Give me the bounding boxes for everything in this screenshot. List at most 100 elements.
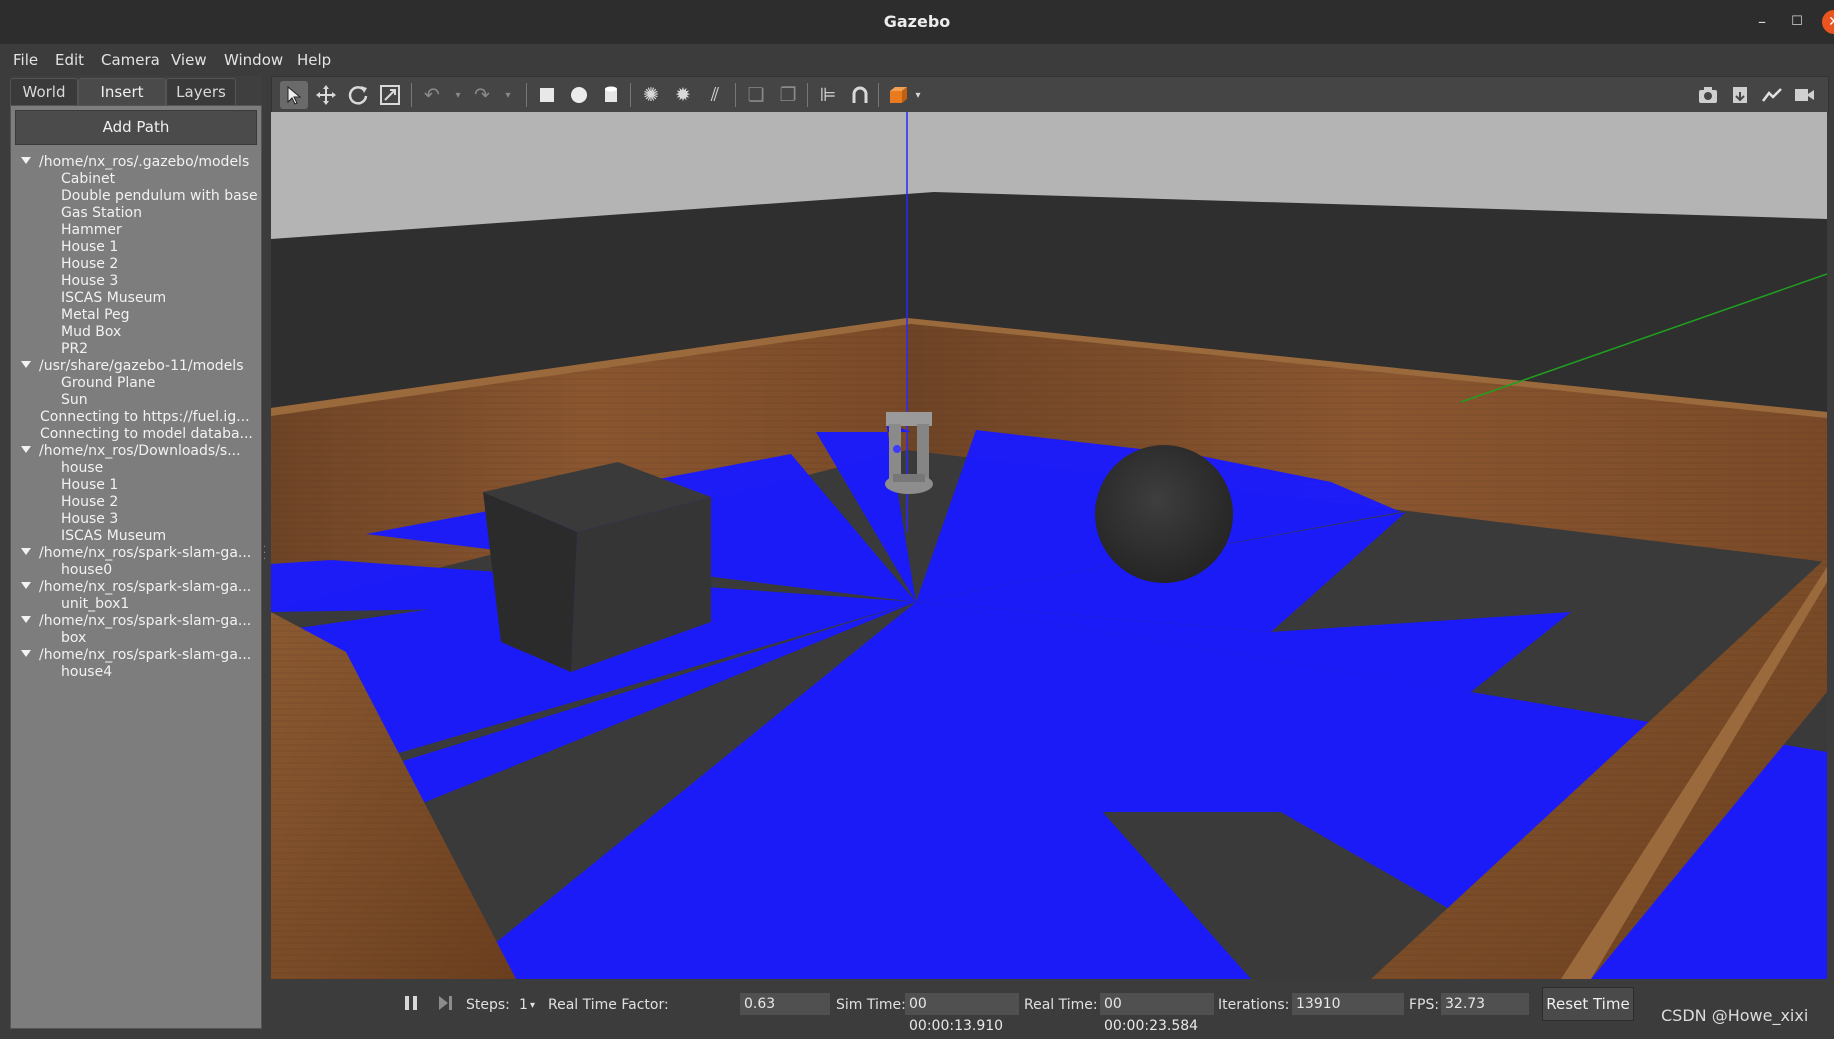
menu-view[interactable]: View (171, 51, 207, 69)
tree-label: ISCAS Museum (61, 290, 167, 306)
tree-item[interactable]: Gas Station (11, 205, 261, 222)
tree-folder[interactable]: /home/nx_ros/spark-slam-ga... (11, 579, 261, 596)
tab-layers[interactable]: Layers (166, 78, 236, 106)
directional-light-icon[interactable]: ⫽ (701, 81, 729, 109)
box-icon[interactable] (533, 81, 561, 109)
expand-arrow-icon[interactable] (21, 361, 31, 368)
tree-item[interactable]: Mud Box (11, 324, 261, 341)
3d-viewport[interactable] (271, 112, 1827, 979)
window-title: Gazebo (883, 12, 951, 31)
tree-item[interactable]: House 2 (11, 256, 261, 273)
rtf-label: Real Time Factor: (548, 997, 669, 1013)
minimize-button[interactable]: – (1752, 12, 1772, 32)
tree-label: House 3 (61, 511, 119, 527)
select-arrow-icon[interactable] (280, 81, 308, 109)
tree-item[interactable]: Hammer (11, 222, 261, 239)
tree-label: ISCAS Museum (61, 528, 167, 544)
step-icon[interactable] (431, 989, 459, 1017)
maximize-button[interactable]: ☐ (1787, 12, 1807, 32)
tree-item[interactable]: House 2 (11, 494, 261, 511)
tree-item[interactable]: Connecting to model databa... (11, 426, 261, 443)
tree-label: unit_box1 (61, 596, 130, 612)
tree-item[interactable]: Metal Peg (11, 307, 261, 324)
toolbar: ↶ ▾ ↷ ▾ ✺ ✹ ⫽ ❏ ❐ ⊫ ▾ (271, 76, 1829, 114)
tree-label: Hammer (61, 222, 122, 238)
point-light-icon[interactable]: ✺ (637, 81, 665, 109)
rotate-icon[interactable] (344, 81, 372, 109)
tree-folder[interactable]: /home/nx_ros/Downloads/s... (11, 443, 261, 460)
paste-icon[interactable]: ❐ (774, 81, 802, 109)
tab-insert[interactable]: Insert (78, 78, 166, 106)
tree-label: Metal Peg (61, 307, 130, 323)
tree-item[interactable]: House 1 (11, 477, 261, 494)
tree-item[interactable]: Connecting to https://fuel.ig... (11, 409, 261, 426)
steps-value[interactable]: 1 (519, 997, 528, 1013)
tree-item[interactable]: House 1 (11, 239, 261, 256)
spot-light-icon[interactable]: ✹ (669, 81, 697, 109)
tree-item[interactable]: Sun (11, 392, 261, 409)
tree-item[interactable]: ISCAS Museum (11, 528, 261, 545)
tree-item[interactable]: house4 (11, 664, 261, 681)
plot-icon[interactable] (1758, 81, 1786, 109)
tree-label: Double pendulum with base (61, 188, 258, 204)
expand-arrow-icon[interactable] (21, 157, 31, 164)
tree-item[interactable]: Ground Plane (11, 375, 261, 392)
add-path-button[interactable]: Add Path (15, 110, 257, 145)
tree-item[interactable]: ISCAS Museum (11, 290, 261, 307)
copy-icon[interactable]: ❏ (742, 81, 770, 109)
redo-icon[interactable]: ↷ (468, 81, 496, 109)
redo-dropdown-icon[interactable]: ▾ (494, 81, 522, 109)
tree-folder[interactable]: /home/nx_ros/spark-slam-ga... (11, 647, 261, 664)
screenshot-icon[interactable] (1694, 81, 1722, 109)
menu-edit[interactable]: Edit (55, 51, 84, 69)
reset-time-button[interactable]: Reset Time (1542, 987, 1634, 1021)
panel-splitter-handle[interactable]: · · · (263, 543, 267, 565)
menu-file[interactable]: File (13, 51, 38, 69)
menu-camera[interactable]: Camera (101, 51, 160, 69)
undo-icon[interactable]: ↶ (418, 81, 446, 109)
tree-label: House 1 (61, 239, 119, 255)
menu-help[interactable]: Help (297, 51, 331, 69)
tree-item[interactable]: house0 (11, 562, 261, 579)
view-angle-dropdown-icon[interactable]: ▾ (904, 81, 932, 109)
menu-window[interactable]: Window (224, 51, 283, 69)
snap-icon[interactable] (846, 81, 874, 109)
expand-arrow-icon[interactable] (21, 650, 31, 657)
log-icon[interactable] (1726, 81, 1754, 109)
iterations-label: Iterations: (1218, 997, 1290, 1013)
real-time-label: Real Time: (1024, 997, 1098, 1013)
translate-icon[interactable] (312, 81, 340, 109)
pause-icon[interactable] (397, 989, 425, 1017)
tree-item[interactable]: Cabinet (11, 171, 261, 188)
tab-world[interactable]: World (10, 78, 78, 106)
expand-arrow-icon[interactable] (21, 582, 31, 589)
expand-arrow-icon[interactable] (21, 548, 31, 555)
align-icon[interactable]: ⊫ (814, 81, 842, 109)
tree-item[interactable]: PR2 (11, 341, 261, 358)
video-record-icon[interactable] (1790, 81, 1818, 109)
tree-item[interactable]: House 3 (11, 511, 261, 528)
rtf-value: 0.63 (740, 993, 830, 1015)
left-panel: World Insert Layers Add Path /home/nx_ro… (10, 76, 262, 1029)
tree-label: Connecting to model databa... (40, 426, 253, 442)
tree-item[interactable]: box (11, 630, 261, 647)
tree-item[interactable]: unit_box1 (11, 596, 261, 613)
tree-label: /home/nx_ros/spark-slam-ga... (39, 613, 252, 629)
sphere-icon[interactable] (565, 81, 593, 109)
tree-item[interactable]: House 3 (11, 273, 261, 290)
tree-folder[interactable]: /home/nx_ros/spark-slam-ga... (11, 613, 261, 630)
tree-label: /home/nx_ros/Downloads/s... (39, 443, 241, 459)
tree-item[interactable]: house (11, 460, 261, 477)
tree-label: house4 (61, 664, 113, 680)
cylinder-icon[interactable] (597, 81, 625, 109)
expand-arrow-icon[interactable] (21, 616, 31, 623)
steps-dropdown-icon[interactable]: ▾ (530, 1000, 535, 1011)
tree-item[interactable]: Double pendulum with base (11, 188, 261, 205)
tree-folder[interactable]: /home/nx_ros/.gazebo/models (11, 154, 261, 171)
tree-folder[interactable]: /home/nx_ros/spark-slam-ga... (11, 545, 261, 562)
tree-label: House 2 (61, 256, 119, 272)
tree-folder[interactable]: /usr/share/gazebo-11/models (11, 358, 261, 375)
expand-arrow-icon[interactable] (21, 446, 31, 453)
scale-icon[interactable] (376, 81, 404, 109)
watermark: CSDN @Howe_xixi (1661, 1006, 1809, 1025)
